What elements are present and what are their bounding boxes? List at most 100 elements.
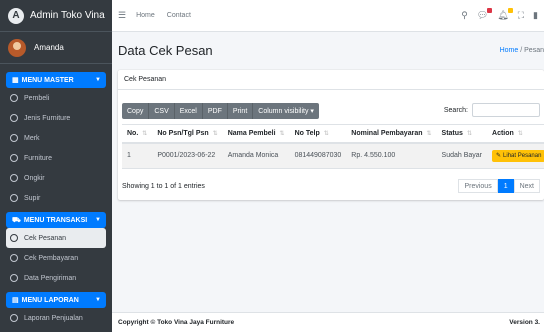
column-header-status[interactable]: Status ⇅ [436, 124, 488, 144]
fullscreen-icon[interactable]: ⛶ [518, 10, 524, 21]
sort-icon: ⇅ [466, 130, 472, 137]
button-label: Lihat Pesanan [503, 152, 542, 159]
circle-icon [10, 174, 18, 182]
sort-icon: ⇅ [426, 130, 432, 137]
sort-icon: ⇅ [212, 130, 218, 137]
column-header-no-telp[interactable]: No Telp ⇅ [289, 124, 347, 144]
column-header-no[interactable]: No. ⇅ [122, 124, 153, 144]
sidebar-item-supir[interactable]: Supir [0, 188, 112, 208]
nav-contact-link[interactable]: Contact [167, 12, 191, 19]
menu-header-label: MENU LAPORAN [21, 296, 79, 304]
print-button[interactable]: Print [228, 103, 254, 119]
excel-button[interactable]: Excel [175, 103, 203, 119]
csv-button[interactable]: CSV [149, 103, 175, 119]
chevron-down-icon: ▼ [95, 297, 101, 303]
sort-icon: ⇅ [323, 130, 329, 137]
sidebar-item-label: Jenis Furniture [24, 114, 71, 122]
orders-card: Cek Pesanan Copy CSV Excel PDF Print Col… [118, 70, 544, 200]
footer-version: Version 3. [509, 319, 540, 326]
sidebar-item-label: Laporan Penjualan [24, 314, 83, 322]
sidebar-item-merk[interactable]: Merk [0, 128, 112, 148]
sidebar-item-label: Merk [24, 134, 40, 142]
user-panel[interactable]: Amanda [0, 32, 112, 64]
badge [507, 8, 513, 13]
sidebar-item-ongkir[interactable]: Ongkir [0, 168, 112, 188]
menu-header-transaksi[interactable]: ⛟ MENU TRANSAKSI ▼ [6, 212, 106, 228]
table-info: Showing 1 to 1 of 1 entries [122, 183, 205, 190]
breadcrumb-current: Pesan [524, 46, 544, 54]
search-label: Search: [443, 106, 468, 114]
sidebar-item-pembeli[interactable]: Pembeli [0, 88, 112, 108]
search-icon[interactable]: ⚲ [461, 10, 468, 21]
lihat-pesanan-button[interactable]: ✎ Lihat Pesanan [492, 149, 544, 162]
pencil-icon: ✎ [496, 152, 502, 159]
chevron-down-icon: ▼ [95, 77, 101, 83]
pagination: Previous 1 Next [458, 179, 540, 193]
page-1-button[interactable]: 1 [497, 179, 514, 193]
sidebar-item-furniture[interactable]: Furniture [0, 148, 112, 168]
sidebar-item-cek-pembayaran[interactable]: Cek Pembayaran [0, 248, 112, 268]
sidebar-item-label: Furniture [24, 154, 53, 162]
table-search: Search: [444, 103, 540, 117]
brand-name: Admin Toko Vina [30, 10, 105, 21]
cell-nama-pembeli: Amanda Monica [222, 142, 290, 169]
circle-icon [10, 154, 18, 162]
orders-table: No. ⇅ No Psn/Tgl Psn ⇅ Nama Pembeli ⇅ No Te… [122, 124, 544, 169]
top-navbar: ☰ Home Contact ⚲ 💬︎ 🔔︎ ⛶ ▮ [112, 0, 544, 32]
circle-icon [10, 314, 18, 322]
messages-icon[interactable]: 💬︎ [477, 8, 493, 21]
cell-no: 1 [122, 142, 153, 169]
copy-button[interactable]: Copy [122, 103, 150, 119]
nav-home-link[interactable]: Home [136, 12, 155, 19]
export-toolbar: Copy CSV Excel PDF Print Column visibili… [122, 103, 319, 119]
print-icon: ▤ [12, 297, 19, 304]
sidebar-item-label: Cek Pembayaran [24, 254, 79, 262]
column-header-no-psn[interactable]: No Psn/Tgl Psn ⇅ [152, 124, 223, 144]
column-visibility-button[interactable]: Column visibility ▾ [253, 103, 319, 119]
pdf-button[interactable]: PDF [203, 103, 228, 119]
sort-icon: ⇅ [517, 130, 523, 137]
navbar-right: ⚲ 💬︎ 🔔︎ ⛶ ▮ [461, 8, 544, 21]
sidebar: A Admin Toko Vina Amanda ▦ MENU MASTER ▼… [0, 0, 112, 332]
column-header-nominal[interactable]: Nominal Pembayaran ⇅ [346, 124, 437, 144]
column-header-action[interactable]: Action ⇅ [487, 124, 544, 144]
circle-icon [10, 254, 18, 262]
sidebar-item-jenis-furniture[interactable]: Jenis Furniture [0, 108, 112, 128]
search-input[interactable] [472, 103, 540, 117]
sidebar-item-laporan-penjualan[interactable]: Laporan Penjualan [0, 308, 112, 328]
sidebar-item-data-pengiriman[interactable]: Data Pengiriman [0, 268, 112, 288]
hamburger-menu-icon[interactable]: ☰ [118, 10, 126, 21]
chevron-down-icon: ▼ [95, 217, 101, 223]
next-page-button[interactable]: Next [513, 179, 540, 193]
sidebar-item-label: Pembeli [24, 94, 50, 102]
table-row: 1 P0001/2023-06-22 Amanda Monica 0814490… [122, 142, 544, 169]
menu-header-master[interactable]: ▦ MENU MASTER ▼ [6, 72, 106, 88]
sidebar-item-cek-pesanan[interactable]: Cek Pesanan [6, 228, 106, 248]
page-title: Data Cek Pesan [118, 42, 213, 58]
cell-action: ✎ Lihat Pesanan [487, 142, 544, 169]
menu-header-label: MENU MASTER [21, 76, 74, 84]
circle-icon [10, 94, 18, 102]
notifications-icon[interactable]: 🔔︎ [497, 8, 513, 21]
breadcrumb: Home / Pesan [500, 47, 544, 54]
menu-header-laporan[interactable]: ▤ MENU LAPORAN ▼ [6, 292, 106, 308]
badge [487, 8, 493, 13]
circle-icon [10, 134, 18, 142]
cell-nominal: Rp. 4.550.100 [346, 142, 437, 169]
circle-icon [10, 114, 18, 122]
breadcrumb-home-link[interactable]: Home [500, 47, 519, 54]
sidebar-item-label: Ongkir [24, 174, 45, 182]
brand-link[interactable]: A Admin Toko Vina [0, 0, 112, 32]
sidebar-item-label: Cek Pesanan [24, 234, 67, 242]
sort-icon: ⇅ [279, 130, 285, 137]
circle-icon [10, 274, 18, 282]
previous-page-button[interactable]: Previous [458, 179, 498, 193]
cell-no-telp: 081449087030 [289, 142, 347, 169]
column-header-nama-pembeli[interactable]: Nama Pembeli ⇅ [222, 124, 290, 144]
brand-logo-icon: A [8, 7, 24, 24]
menu-header-label: MENU TRANSAKSI [23, 216, 88, 224]
control-sidebar-icon[interactable]: ▮ [533, 10, 538, 21]
user-name: Amanda [34, 43, 64, 52]
table-icon: ▦ [12, 77, 19, 84]
footer-copyright: Copyright © Toko Vina Jaya Furniture [118, 319, 235, 326]
